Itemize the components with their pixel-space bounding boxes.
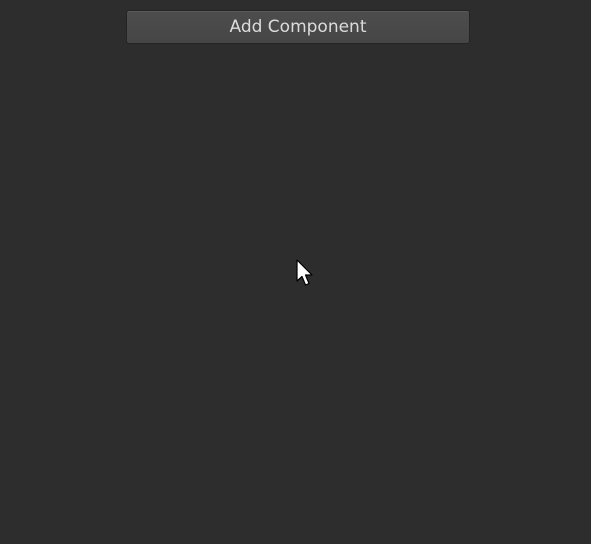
arrow-pointer-icon: [296, 259, 313, 286]
inspector-panel: Add Component: [0, 0, 591, 544]
add-component-button[interactable]: Add Component: [126, 10, 470, 44]
